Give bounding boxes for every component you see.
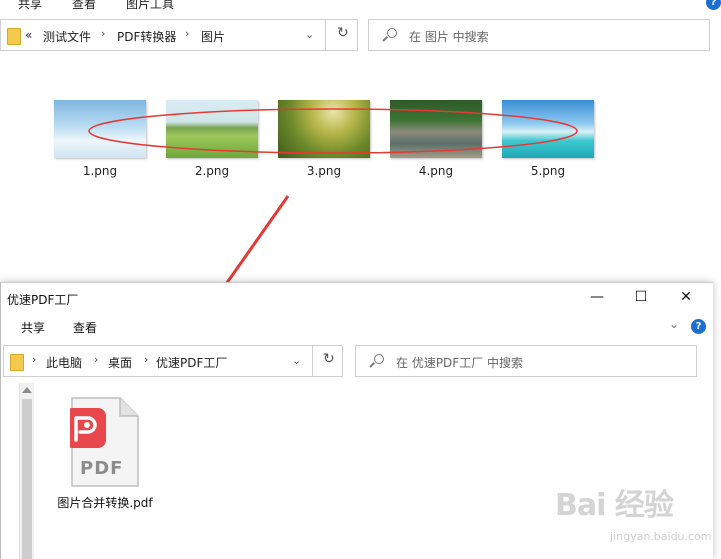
vertical-scrollbar[interactable] <box>19 383 34 559</box>
breadcrumb-this-pc[interactable]: 此电脑 <box>46 354 82 371</box>
breadcrumb-pdf-factory[interactable]: 优速PDF工厂 <box>156 354 227 371</box>
scroll-up-arrow-icon[interactable] <box>22 387 32 393</box>
breadcrumb-separator-icon[interactable]: › <box>32 353 36 366</box>
search-icon <box>374 354 384 364</box>
folder-icon <box>10 354 24 371</box>
breadcrumb-separator-icon[interactable]: › <box>94 353 98 366</box>
ribbon-expand-chevron-icon[interactable]: ⌄ <box>669 317 679 331</box>
file-label[interactable]: 图片合并转换.pdf <box>40 494 170 511</box>
scrollbar-thumb[interactable] <box>22 399 32 559</box>
watermark-url: jingyan.baidu.com <box>610 530 712 543</box>
window-title: 优速PDF工厂 <box>7 293 79 307</box>
watermark-logo: Bai 经验 <box>555 488 674 523</box>
breadcrumb-separator-icon[interactable]: › <box>144 353 148 366</box>
refresh-icon: ↻ <box>323 351 335 367</box>
tab-share[interactable]: 共享 <box>21 319 45 336</box>
search-input[interactable]: 在 优速PDF工厂 中搜索 <box>396 354 523 371</box>
chevron-down-icon[interactable]: ⌄ <box>292 354 301 367</box>
close-button[interactable]: ✕ <box>674 289 698 307</box>
help-icon[interactable]: ? <box>691 319 706 334</box>
pdf-badge-text: PDF <box>80 458 124 479</box>
breadcrumb-desktop[interactable]: 桌面 <box>108 354 132 371</box>
address-bar[interactable]: › 此电脑 › 桌面 › 优速PDF工厂 ⌄ ↻ <box>3 345 343 377</box>
search-box[interactable]: 在 优速PDF工厂 中搜索 <box>355 345 697 377</box>
highlight-ellipse <box>88 108 578 154</box>
pdf-file-item[interactable]: PDF <box>64 396 140 488</box>
tab-view[interactable]: 查看 <box>73 319 97 336</box>
minimize-button[interactable]: — <box>585 289 609 307</box>
refresh-button[interactable]: ↻ <box>312 346 344 376</box>
maximize-button[interactable]: ☐ <box>629 289 653 307</box>
